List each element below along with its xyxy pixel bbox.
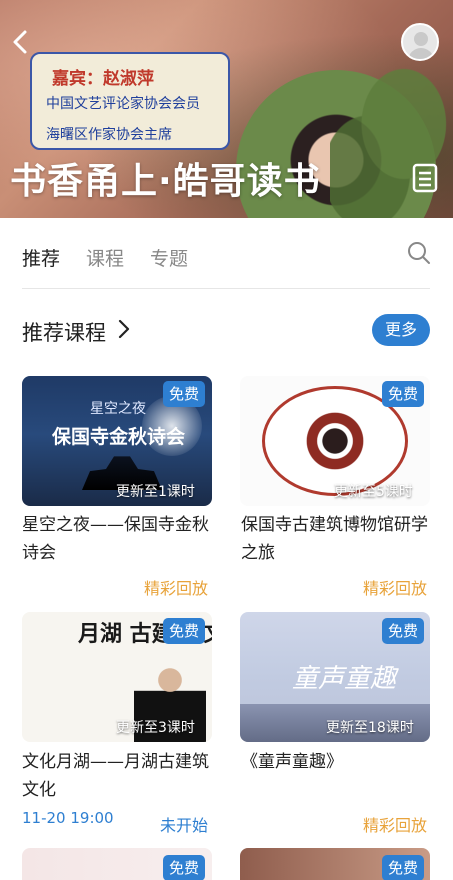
free-badge: 免费 — [163, 618, 205, 644]
avatar-head — [414, 32, 428, 46]
section-title[interactable]: 推荐课程 — [22, 317, 106, 347]
guest-name: 嘉宾：赵淑萍 — [52, 69, 154, 89]
chevron-right-icon[interactable] — [116, 318, 132, 340]
update-count: 更新至3课时 — [116, 720, 195, 736]
course-title[interactable]: 文化月湖——月湖古建筑文化 — [22, 748, 214, 804]
search-icon[interactable] — [406, 240, 432, 266]
free-badge: 免费 — [163, 855, 205, 880]
course-title[interactable]: 保国寺古建筑博物馆研学之旅 — [241, 511, 433, 567]
free-badge: 免费 — [163, 381, 205, 407]
guest-line-1: 中国文艺评论家协会会员 — [46, 96, 200, 112]
course-title[interactable]: 星空之夜——保国寺金秋诗会 — [22, 511, 214, 567]
tab-courses[interactable]: 课程 — [86, 244, 124, 271]
update-count: 更新至1课时 — [116, 484, 195, 500]
banner-title: 书香甬上·皓哥读书 — [10, 161, 321, 202]
card-image-caption: 保国寺金秋诗会 — [52, 426, 186, 448]
update-count: 更新至5课时 — [334, 484, 413, 500]
upcoming-status: 未开始 — [160, 816, 209, 835]
start-time: 11-20 19:00 — [22, 809, 114, 827]
card-image-calligraphy: 童声童趣 — [292, 664, 397, 694]
tab-recommend[interactable]: 推荐 — [22, 244, 60, 271]
free-badge: 免费 — [382, 618, 424, 644]
replay-status: 精彩回放 — [363, 816, 428, 835]
guest-line-2: 海曙区作家协会主席 — [46, 127, 172, 143]
back-icon[interactable] — [8, 28, 32, 56]
catalog-icon[interactable] — [411, 162, 439, 194]
replay-status: 精彩回放 — [363, 579, 428, 598]
course-banner: 嘉宾：赵淑萍 中国文艺评论家协会会员 海曙区作家协会主席 书香甬上·皓哥读书 — [0, 0, 453, 218]
card-image-caption-top: 星空之夜 — [90, 401, 146, 417]
tab-topics[interactable]: 专题 — [150, 244, 188, 271]
user-avatar[interactable] — [401, 23, 439, 61]
update-count: 更新至18课时 — [326, 720, 414, 736]
banner-foliage — [330, 60, 453, 218]
replay-status: 精彩回放 — [144, 579, 209, 598]
free-badge: 免费 — [382, 381, 424, 407]
free-badge: 免费 — [382, 855, 424, 880]
more-button[interactable]: 更多 — [372, 314, 430, 346]
course-title[interactable]: 《童声童趣》 — [241, 748, 433, 776]
tab-divider — [22, 288, 430, 289]
tab-bar — [0, 218, 453, 290]
